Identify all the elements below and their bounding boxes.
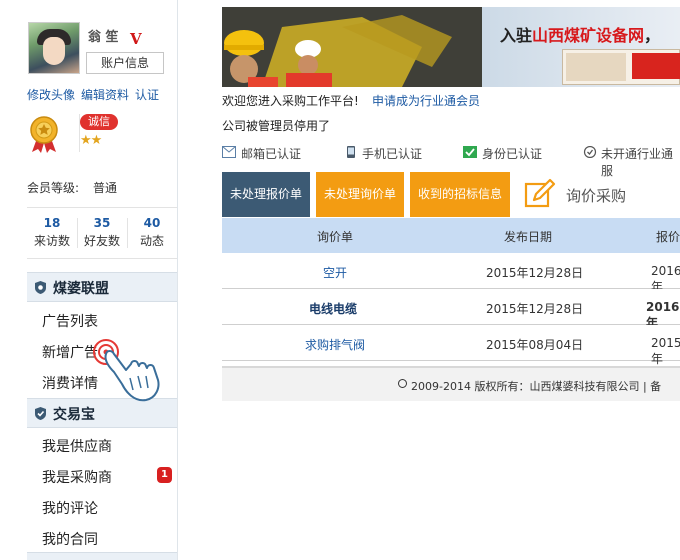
stat-activity-count: 40: [143, 216, 161, 230]
inquiry-name[interactable]: 求购排气阀: [305, 336, 365, 353]
industry-not-activated-label[interactable]: 未开通行业通服: [601, 145, 680, 179]
col-quote: 报价: [656, 230, 680, 244]
stat-friends-count: 35: [93, 216, 111, 230]
section-title: 煤婆联盟: [53, 281, 109, 297]
tab-received-tenders[interactable]: 收到的招标信息: [410, 172, 510, 217]
phone-icon: [347, 146, 355, 158]
stat-visits-label: 来访数: [33, 234, 70, 248]
stat-visits-count: 18: [43, 216, 61, 230]
inquiry-purchase-link[interactable]: 询价采购: [566, 185, 626, 206]
banner-title-suffix: ，: [644, 26, 661, 45]
stat-activity-label: 动态: [139, 234, 164, 248]
sidebar-divider: [177, 0, 178, 560]
industry-icon: [583, 146, 597, 158]
stat-activity[interactable]: 40 动态: [127, 216, 177, 249]
publish-date: 2015年12月28日: [486, 266, 584, 280]
table-row[interactable]: 电线电缆 2015年12月28日 2016年: [222, 289, 680, 330]
purchaser-count-badge: 1: [157, 467, 172, 483]
shield-icon: [35, 407, 46, 420]
banner-title-prefix: 入驻: [500, 26, 533, 45]
menu-i-am-purchaser[interactable]: 我是采购商: [42, 467, 112, 487]
edit-inquiry-icon[interactable]: [524, 178, 556, 210]
inquiry-name[interactable]: 空开: [323, 264, 347, 281]
menu-my-contracts[interactable]: 我的合同: [42, 529, 98, 549]
col-publish-date: 发布日期: [504, 230, 553, 244]
section-meipo-alliance[interactable]: 煤婆联盟: [27, 272, 177, 302]
tab-unprocessed-quotes[interactable]: 未处理报价单: [222, 172, 310, 217]
medal-icon: [30, 116, 58, 153]
banner-title: 入驻山西煤矿设备网，: [500, 22, 660, 46]
publish-date: 2015年12月28日: [486, 302, 584, 316]
inquiry-name[interactable]: 电线电缆: [309, 300, 357, 317]
quote-date: 2015年: [651, 336, 680, 366]
welcome-text: 欢迎您进入采购工作平台!: [222, 94, 359, 108]
phone-verified-label: 手机已认证: [362, 147, 423, 161]
member-level-label: 会员等级:: [27, 181, 80, 195]
apply-member-link[interactable]: 申请成为行业通会员: [372, 92, 480, 109]
menu-consumption-details[interactable]: 消费详情: [42, 373, 98, 393]
menu-ad-list[interactable]: 广告列表: [42, 311, 98, 331]
banner-title-site: 山西煤矿设备网: [532, 26, 645, 45]
menu-i-am-supplier[interactable]: 我是供应商: [42, 436, 112, 456]
stat-friends[interactable]: 35 好友数: [77, 216, 127, 249]
vip-icon: V: [130, 30, 142, 48]
stat-visits[interactable]: 18 来访数: [27, 216, 77, 249]
col-inquiry: 询价单: [317, 230, 354, 244]
account-info-button[interactable]: 账户信息: [86, 52, 164, 74]
menu-my-reviews[interactable]: 我的评论: [42, 498, 98, 518]
shield-icon: [35, 281, 46, 294]
section-head-next: [27, 552, 177, 560]
mail-icon: [222, 146, 236, 158]
rating-stars: ★★: [80, 133, 102, 148]
section-title: 交易宝: [53, 407, 95, 423]
footer: 2009-2014 版权所有：山西煤婆科技有限公司 | 备: [222, 366, 680, 401]
edit-avatar-link[interactable]: 修改头像: [27, 86, 75, 103]
honesty-badge: 诚信: [80, 114, 118, 130]
menu-new-ad[interactable]: 新增广告: [42, 342, 98, 362]
pointer-hand-icon: [93, 339, 160, 402]
edit-profile-link[interactable]: 编辑资料: [81, 86, 129, 103]
publish-date: 2015年08月04日: [486, 338, 584, 352]
id-verified-label: 身份已认证: [482, 147, 543, 161]
divider: [27, 207, 177, 208]
banner-image[interactable]: [222, 7, 680, 87]
footer-copyright: 2009-2014 版权所有：山西煤婆科技有限公司 | 备: [411, 380, 662, 393]
stat-friends-label: 好友数: [83, 234, 120, 248]
table-row[interactable]: 求购排气阀 2015年08月04日 2015年: [222, 325, 680, 366]
id-check-icon: [463, 146, 477, 158]
copyright-icon: [398, 379, 407, 388]
email-verified-label: 邮箱已认证: [241, 147, 302, 161]
company-disabled-notice: 公司被管理员停用了: [222, 119, 331, 133]
avatar[interactable]: [28, 22, 80, 74]
divider: [27, 258, 177, 259]
username: 翁 笙: [88, 30, 119, 45]
table-row[interactable]: 空开 2015年12月28日 2016年: [222, 253, 680, 294]
tab-unprocessed-inquiries[interactable]: 未处理询价单: [316, 172, 404, 217]
table-header: 询价单 发布日期 报价: [222, 218, 680, 253]
member-level-value: 普通: [93, 181, 118, 195]
verify-link[interactable]: 认证: [135, 86, 159, 103]
